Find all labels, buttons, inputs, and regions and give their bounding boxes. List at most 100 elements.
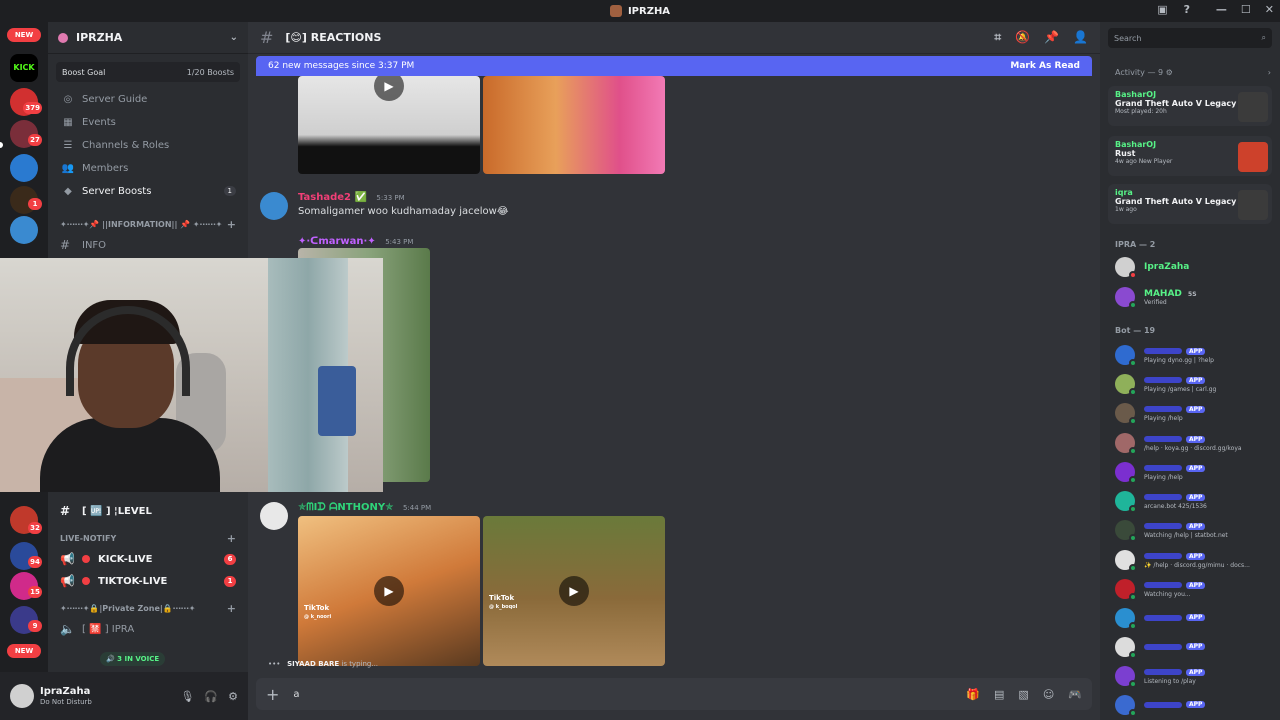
new-messages-text: 62 new messages since 3:37 PM bbox=[268, 61, 415, 71]
boost-goal[interactable]: Boost Goal 1/20 Boosts bbox=[56, 62, 240, 82]
sticker-icon[interactable]: ▧ bbox=[1018, 688, 1028, 701]
sidebar-item-server-guide[interactable]: ◎ Server Guide bbox=[48, 88, 248, 110]
avatar bbox=[1115, 579, 1137, 601]
channel-level[interactable]: # [ 🆙 ] ¦LEVEL bbox=[48, 500, 248, 522]
message-author[interactable]: ✦·ᑕmarwan·✦ 5:43 PM bbox=[298, 236, 413, 247]
help-icon[interactable]: ? bbox=[1184, 3, 1190, 16]
channel-info[interactable]: # INFO bbox=[48, 234, 248, 256]
gear-icon[interactable]: ⚙ bbox=[228, 690, 238, 703]
member-group-header: Bot — 19 bbox=[1115, 326, 1156, 335]
sidebar-item-members[interactable]: 👥 Members bbox=[48, 157, 248, 179]
avatar[interactable] bbox=[260, 502, 288, 530]
member-group-header: IPRA — 2 bbox=[1115, 240, 1156, 249]
message-author[interactable]: Tashade2 ✅ 5:33 PM bbox=[298, 192, 405, 203]
bot-name bbox=[1144, 465, 1182, 471]
avatar[interactable] bbox=[260, 192, 288, 220]
mark-as-read-button[interactable]: Mark As Read bbox=[1010, 61, 1080, 71]
search-input[interactable]: Search ⌕ bbox=[1108, 28, 1272, 48]
member-row[interactable]: IpraZaha bbox=[1115, 254, 1275, 280]
avatar[interactable] bbox=[10, 684, 34, 708]
emoji-icon[interactable]: ☺ bbox=[1043, 688, 1054, 701]
channel-ipra[interactable]: 🔈 [ 🈲 ] IPRA bbox=[48, 618, 248, 640]
activity-card[interactable]: iqra Grand Theft Auto V Legacy 1w ago bbox=[1108, 184, 1272, 224]
video-attachment[interactable] bbox=[483, 76, 665, 174]
video-attachment[interactable]: ▶ TikTok @ k_boqol bbox=[483, 516, 665, 666]
mute-icon[interactable]: 🔕 bbox=[1015, 30, 1030, 45]
message-author[interactable]: ✯ᗰIᗪ ᗩNTHONY✯ 5:44 PM bbox=[298, 502, 431, 513]
boost-icon: ◆ bbox=[64, 185, 72, 197]
avatar bbox=[1115, 666, 1137, 688]
compass-icon: ◎ bbox=[63, 93, 73, 105]
avatar bbox=[1115, 550, 1137, 572]
maximize-icon[interactable]: ☐ bbox=[1241, 3, 1251, 16]
server-kick[interactable]: KICK bbox=[10, 54, 38, 82]
message-input[interactable] bbox=[293, 688, 967, 700]
activity-header[interactable]: Activity — 9 ⚙ › bbox=[1115, 68, 1271, 77]
bot-member-row[interactable]: APP ✨ /help · discord.gg/mimu · docs... bbox=[1115, 547, 1275, 573]
plus-icon[interactable]: + bbox=[227, 602, 236, 615]
inbox-icon[interactable]: ▣ bbox=[1157, 3, 1167, 16]
activity-card[interactable]: BasharOJ Grand Theft Auto V Legacy Most … bbox=[1108, 86, 1272, 126]
controller-icon[interactable]: 🎮 bbox=[1068, 688, 1082, 701]
app-tag: APP bbox=[1186, 581, 1206, 589]
member-sub: Listening to /play bbox=[1144, 677, 1196, 685]
search-placeholder: Search bbox=[1114, 33, 1142, 43]
play-icon[interactable]: ▶ bbox=[559, 576, 589, 606]
bot-member-row[interactable]: APP bbox=[1115, 634, 1275, 660]
app-tag: APP bbox=[1186, 522, 1206, 530]
pin-icon[interactable]: 📌 bbox=[1044, 30, 1059, 45]
category-private-zone[interactable]: ✦⋯⋯✦🔒|Private Zone|🔒⋯⋯✦ + bbox=[48, 598, 248, 618]
bot-member-row[interactable]: APP bbox=[1115, 605, 1275, 631]
channel-tiktok-live[interactable]: 📢 TIKTOK-LIVE 1 bbox=[48, 570, 248, 592]
sidebar-item-events[interactable]: ▦ Events bbox=[48, 111, 248, 133]
game-thumbnail bbox=[1238, 92, 1268, 122]
headphones-icon[interactable]: 🎧 bbox=[204, 690, 218, 703]
video-attachment[interactable]: ▶ TikTok @ k_noori bbox=[298, 516, 480, 666]
activity-card[interactable]: BasharOJ Rust 4w ago New Player bbox=[1108, 136, 1272, 176]
bot-member-row[interactable]: APP Watching you... bbox=[1115, 576, 1275, 602]
plus-icon[interactable]: + bbox=[266, 685, 279, 704]
close-icon[interactable]: ✕ bbox=[1265, 3, 1274, 16]
play-icon[interactable]: ▶ bbox=[374, 576, 404, 606]
bot-member-row[interactable]: APP Listening to /play bbox=[1115, 663, 1275, 689]
threads-icon[interactable]: ⌗ bbox=[994, 30, 1001, 45]
gif-icon[interactable]: ▤ bbox=[994, 688, 1004, 701]
members-icon[interactable]: 👤 bbox=[1073, 30, 1088, 45]
discord-window: IPRZHA ▣ ? — ☐ ✕ NEW KICK 379 27 1 32 94… bbox=[0, 0, 1280, 720]
bot-name bbox=[1144, 406, 1182, 412]
bot-member-row[interactable]: APP Playing dyno.gg | ?help bbox=[1115, 342, 1275, 368]
webcam-bag bbox=[318, 366, 356, 436]
voice-status-pill[interactable]: 🔊 3 IN VOICE bbox=[100, 652, 166, 666]
author-name: ✦·ᑕmarwan·✦ bbox=[298, 236, 376, 247]
member-row[interactable]: MAHAD 5S Verified bbox=[1115, 284, 1275, 310]
bot-member-row[interactable]: APP arcane.bot 425/1536 bbox=[1115, 488, 1275, 514]
bot-member-row[interactable]: APP/help · koya.gg · discord.gg/koya bbox=[1115, 430, 1275, 456]
category-live-notify[interactable]: LIVE-NOTIFY + bbox=[48, 528, 248, 548]
guild-header[interactable]: IPRZHA ⌄ bbox=[48, 22, 248, 54]
channel-kick-live[interactable]: 📢 KICK-LIVE 6 bbox=[48, 548, 248, 570]
category-information[interactable]: ✦⋯⋯✦📌 ||INFORMATION|| 📌 ✦⋯⋯✦ + bbox=[48, 214, 248, 234]
microphone-icon[interactable]: 🎙 bbox=[180, 690, 194, 703]
webcam-overlay bbox=[0, 258, 383, 492]
plus-icon[interactable]: + bbox=[227, 218, 236, 231]
hash-icon: # bbox=[60, 504, 71, 518]
bot-member-row[interactable]: APP Playing /help bbox=[1115, 400, 1275, 426]
new-messages-banner[interactable]: 62 new messages since 3:37 PM Mark As Re… bbox=[256, 56, 1092, 76]
chevron-right-icon[interactable]: › bbox=[1268, 68, 1271, 77]
server-icon[interactable] bbox=[10, 216, 38, 244]
bot-member-row[interactable]: APP bbox=[1115, 692, 1275, 718]
bot-member-row[interactable]: APP Playing /games | carl.gg bbox=[1115, 371, 1275, 397]
title-bar: IPRZHA ▣ ? — ☐ ✕ bbox=[0, 0, 1280, 22]
server-icon[interactable] bbox=[10, 154, 38, 182]
bot-member-row[interactable]: APP Watching /help | statbot.net bbox=[1115, 517, 1275, 543]
video-attachment[interactable]: ▶ bbox=[298, 76, 480, 174]
sidebar-item-channels-roles[interactable]: ☰ Channels & Roles bbox=[48, 134, 248, 156]
gift-icon[interactable]: 🎁 bbox=[966, 688, 980, 701]
minimize-icon[interactable]: — bbox=[1216, 3, 1227, 16]
play-icon[interactable]: ▶ bbox=[374, 76, 404, 101]
plus-icon[interactable]: + bbox=[227, 532, 236, 545]
red-dot-icon bbox=[82, 555, 90, 563]
sidebar-item-server-boosts[interactable]: ◆ Server Boosts 1 bbox=[48, 180, 248, 202]
bot-member-row[interactable]: APP Playing /help bbox=[1115, 459, 1275, 485]
avatar bbox=[1115, 403, 1137, 425]
